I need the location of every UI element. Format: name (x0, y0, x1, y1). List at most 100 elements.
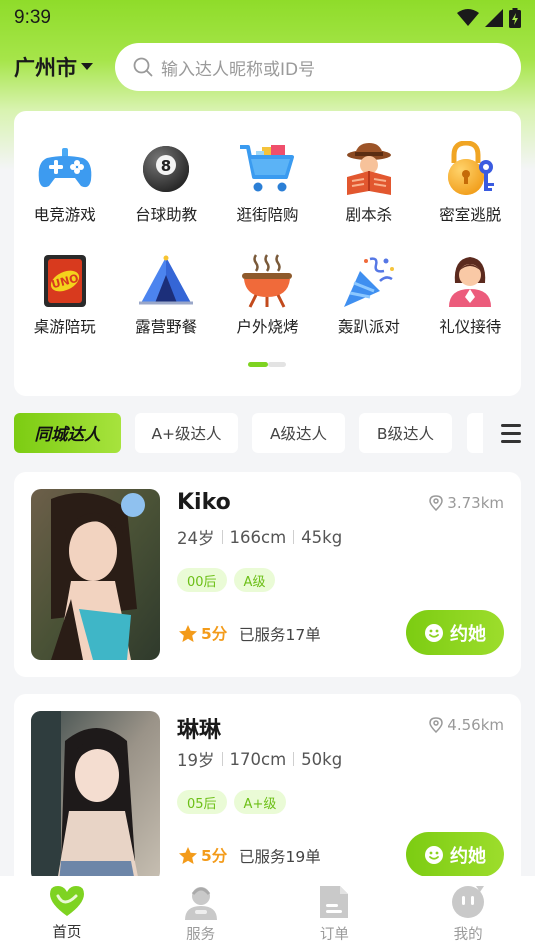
talent-rating: 5分 (178, 622, 227, 644)
category-label: 轰趴派对 (337, 318, 400, 336)
category-card: 电竞游戏 8 台球助教 逛街陪购 剧本杀 密室逃脱 UNO 桌游陪玩 露营野餐 … (14, 111, 521, 396)
nav-profile[interactable]: 我的 (401, 876, 535, 951)
grill-icon (237, 251, 297, 311)
category-esports[interactable]: 电竞游戏 (14, 139, 115, 225)
distance-value: 3.73km (447, 494, 504, 512)
service-person-icon (184, 887, 217, 920)
location-pin-icon (429, 495, 444, 511)
search-icon (133, 57, 153, 77)
party-popper-icon (339, 251, 399, 311)
category-escape-room[interactable]: 密室逃脱 (420, 139, 521, 225)
book-button-label: 约她 (450, 845, 486, 867)
tent-icon (136, 251, 196, 311)
category-label: 台球助教 (135, 206, 198, 224)
divider (293, 752, 295, 766)
filter-tabs: 同城达人 A+级达人 A级达人 B级达人 (14, 413, 521, 453)
star-icon (179, 846, 197, 864)
talent-rating: 5分 (178, 844, 227, 866)
search-row: 广州市 输入达人昵称或ID号 (14, 43, 521, 91)
tab-overflow[interactable] (467, 413, 483, 453)
search-placeholder: 输入达人昵称或ID号 (161, 59, 316, 80)
talent-stats: 19岁 170cm 50kg (177, 747, 342, 771)
talent-photo[interactable] (31, 711, 160, 882)
svg-text:8: 8 (161, 157, 171, 175)
lock-key-icon (440, 139, 500, 199)
bottom-nav: 首页 服务 订单 我的 (0, 876, 535, 951)
divider (221, 752, 223, 766)
talent-stats: 24岁 166cm 45kg (177, 525, 342, 549)
talent-distance: 4.56km (429, 716, 504, 734)
talent-score: 5分 (201, 847, 228, 865)
talent-score: 5分 (201, 625, 228, 643)
category-etiquette[interactable]: 礼仪接待 (420, 251, 521, 337)
city-selector[interactable]: 广州市 (14, 52, 115, 82)
talent-age: 24岁 (177, 529, 215, 548)
book-button[interactable]: 约她 (406, 610, 504, 655)
category-label: 剧本杀 (345, 206, 393, 224)
caret-down-icon (81, 63, 93, 70)
talent-name: Kiko (177, 490, 231, 515)
search-input[interactable]: 输入达人昵称或ID号 (115, 43, 521, 91)
billiard-ball-icon: 8 (136, 139, 196, 199)
tag-generation: 00后 (177, 568, 227, 592)
gamepad-icon (35, 139, 95, 199)
talent-height: 170cm (229, 749, 287, 769)
category-label: 逛街陪购 (236, 206, 299, 224)
divider (221, 530, 223, 544)
tab-b-talent[interactable]: B级达人 (359, 413, 452, 453)
talent-name: 琳琳 (177, 718, 222, 743)
talent-tags: 05后 A+级 (177, 790, 287, 814)
tag-generation: 05后 (177, 790, 227, 814)
tab-a-talent[interactable]: A级达人 (252, 413, 345, 453)
category-label: 露营野餐 (135, 318, 198, 336)
smile-icon (425, 845, 443, 864)
category-pager (248, 362, 286, 367)
nav-service[interactable]: 服务 (134, 876, 268, 951)
status-time: 9:39 (14, 7, 51, 28)
category-label: 电竞游戏 (33, 206, 96, 224)
order-document-icon (320, 886, 349, 918)
shopping-cart-icon (237, 139, 297, 199)
tab-local-talent[interactable]: 同城达人 (14, 413, 121, 453)
talent-card[interactable]: Kiko 3.73km 24岁 166cm 45kg 00后 A级 5分 已服务… (14, 472, 521, 677)
distance-value: 4.56km (447, 716, 504, 734)
smile-icon (425, 623, 443, 642)
talent-distance: 3.73km (429, 494, 504, 512)
nav-home[interactable]: 首页 (0, 876, 134, 951)
talent-weight: 50kg (301, 749, 343, 769)
star-icon (179, 624, 197, 642)
talent-photo[interactable] (31, 489, 160, 660)
battery-icon (509, 8, 521, 28)
city-label: 广州市 (14, 56, 77, 80)
talent-age: 19岁 (177, 751, 215, 770)
signal-icon (485, 9, 503, 27)
uno-card-icon: UNO (35, 251, 95, 311)
book-button[interactable]: 约她 (406, 832, 504, 877)
talent-height: 166cm (229, 527, 287, 547)
category-script-murder[interactable]: 剧本杀 (318, 139, 419, 225)
profile-icon (452, 886, 485, 918)
talent-card[interactable]: 琳琳 4.56km 19岁 170cm 50kg 05后 A+级 5分 已服务1… (14, 694, 521, 899)
tag-level: A级 (233, 568, 276, 592)
pager-dot-active (248, 362, 268, 367)
book-button-label: 约她 (450, 623, 486, 645)
nav-label: 服务 (186, 927, 216, 943)
category-camping[interactable]: 露营野餐 (115, 251, 216, 337)
tab-a-plus-talent[interactable]: A+级达人 (135, 413, 238, 453)
category-shopping[interactable]: 逛街陪购 (217, 139, 318, 225)
nav-orders[interactable]: 订单 (268, 876, 402, 951)
pager-dot (268, 362, 286, 367)
status-bar: 9:39 (0, 0, 535, 36)
nav-label: 我的 (453, 927, 483, 943)
category-board-games[interactable]: UNO 桌游陪玩 (14, 251, 115, 337)
talent-served-count: 已服务17单 (239, 626, 321, 644)
category-billiards[interactable]: 8 台球助教 (115, 139, 216, 225)
category-party[interactable]: 轰趴派对 (318, 251, 419, 337)
talent-served-count: 已服务19单 (239, 848, 321, 866)
status-icons (457, 8, 521, 28)
detective-book-icon (339, 139, 399, 199)
nav-label: 订单 (319, 927, 349, 943)
category-bbq[interactable]: 户外烧烤 (217, 251, 318, 337)
menu-icon[interactable] (493, 419, 521, 447)
divider (293, 530, 295, 544)
